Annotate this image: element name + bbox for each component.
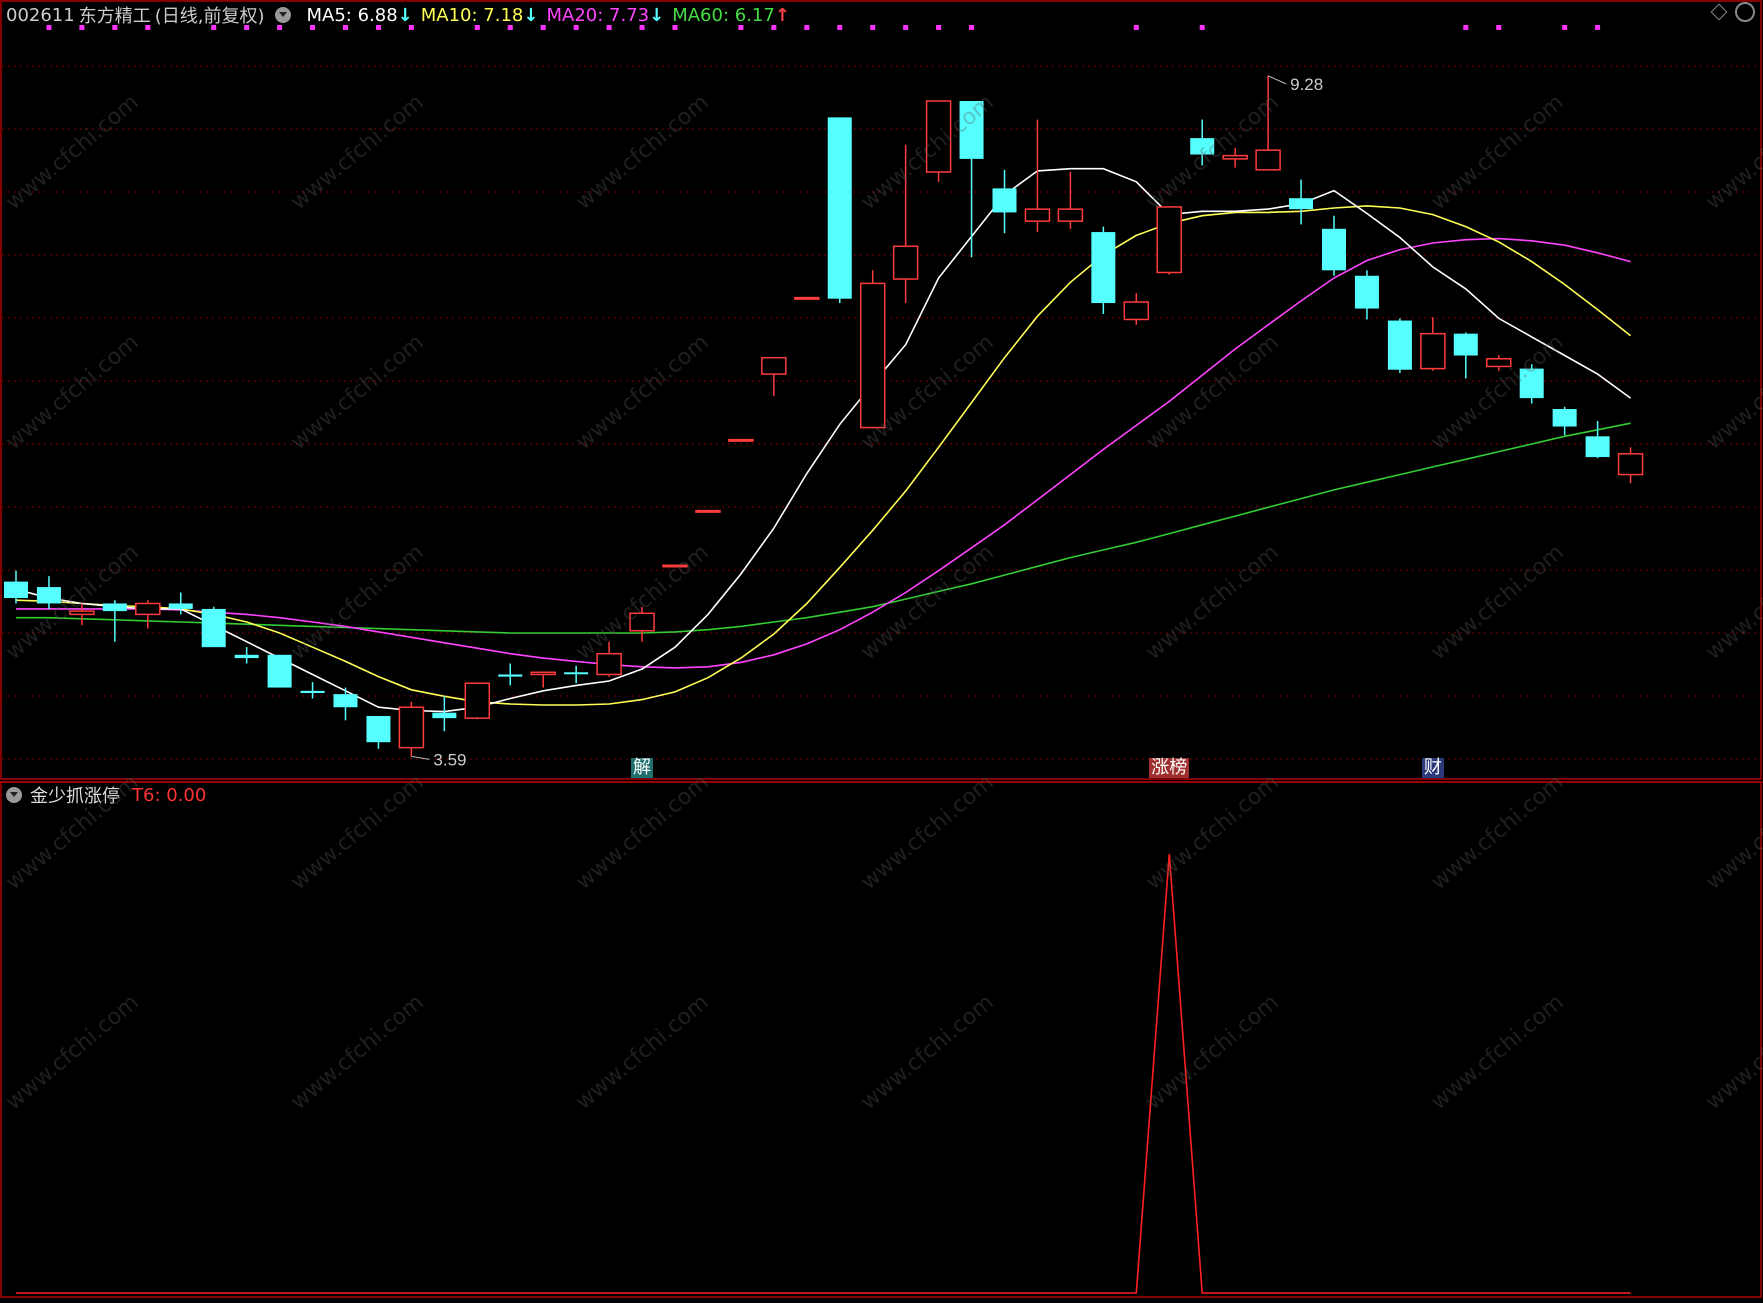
- signal-dot: [903, 25, 909, 30]
- candlestick: [794, 296, 820, 300]
- candlestick: [398, 701, 425, 757]
- candle-body: [1354, 275, 1379, 309]
- candle-body: [267, 654, 292, 688]
- candle-body: [398, 706, 425, 749]
- event-tag[interactable]: 涨榜: [1149, 758, 1190, 778]
- signal-dot: [1133, 25, 1139, 30]
- candle-body: [564, 672, 589, 675]
- stock-code: 002611: [6, 4, 75, 26]
- candle-body: [168, 603, 193, 609]
- candle-body: [1091, 232, 1116, 304]
- candle-body: [992, 188, 1017, 213]
- arrow-down-icon: ↓: [649, 4, 665, 26]
- candle-body: [4, 581, 28, 598]
- candle-body: [859, 282, 886, 429]
- candle-body: [1322, 228, 1346, 271]
- candle-body: [530, 671, 556, 676]
- candle-body: [1289, 198, 1314, 210]
- signal-dot: [1496, 25, 1502, 30]
- candle-body: [432, 712, 457, 719]
- signal-dot: [804, 25, 810, 30]
- circle-control-icon[interactable]: [1735, 2, 1755, 22]
- ma-legend-item: MA5: 6.88↓: [307, 5, 413, 26]
- candle-body: [728, 438, 754, 442]
- signal-dot: [1595, 25, 1601, 30]
- candle-body: [1255, 149, 1281, 171]
- period-label: (日线,前复权): [154, 6, 265, 27]
- candle-body: [464, 682, 491, 719]
- stock-name: 东方精工: [78, 6, 151, 27]
- signal-dot: [870, 25, 876, 30]
- candle-body: [1420, 332, 1446, 370]
- candle-body: [1123, 301, 1150, 321]
- candle-body: [234, 654, 259, 659]
- candle-body: [135, 602, 161, 616]
- ma-legend: MA5: 6.88↓ MA10: 7.18↓ MA20: 7.73↓ MA60: 6.…: [299, 5, 790, 26]
- signal-dot: [1562, 25, 1568, 30]
- candle-body: [596, 652, 622, 676]
- candle-body: [1387, 320, 1412, 370]
- ma-legend-label: MA10: 7.18: [420, 4, 524, 26]
- ma-legend-item: MA10: 7.18↓: [421, 5, 539, 26]
- candle-body: [333, 694, 358, 708]
- event-tag[interactable]: 财: [1421, 758, 1444, 778]
- candle-body: [1552, 409, 1577, 427]
- low-price-label: 3.59: [433, 750, 466, 769]
- ma-legend-label: MA5: 6.88: [306, 4, 398, 26]
- event-tag[interactable]: 解: [631, 758, 654, 778]
- arrow-down-icon: ↓: [523, 4, 539, 26]
- candle-body: [102, 603, 127, 612]
- candlestick: [859, 270, 886, 429]
- arrow-up-icon: ↑: [774, 4, 790, 26]
- signal-dot: [1463, 25, 1469, 30]
- high-price-label: 9.28: [1290, 75, 1323, 94]
- candle-body: [498, 674, 523, 677]
- candle-body: [1585, 436, 1610, 458]
- candlestick: [201, 606, 226, 648]
- ma-legend-item: MA20: 7.73↓: [546, 5, 664, 26]
- candle-body: [1156, 206, 1182, 274]
- signal-dot: [837, 25, 843, 30]
- candle-body: [366, 715, 391, 743]
- signal-dot: [1199, 25, 1205, 30]
- candle-body: [1453, 333, 1478, 356]
- candle-body: [201, 608, 226, 648]
- candle-body: [1486, 358, 1512, 368]
- ma-legend-label: MA20: 7.73: [546, 4, 650, 26]
- signal-dot: [969, 25, 975, 30]
- candle-body: [794, 296, 820, 300]
- candlestick: [827, 117, 852, 304]
- candlestick: [695, 509, 721, 513]
- candlestick: [267, 654, 292, 688]
- candle-body: [1057, 208, 1084, 222]
- dropdown-toggle-icon[interactable]: [274, 7, 291, 23]
- candle-body: [1617, 453, 1644, 476]
- candlestick: [464, 682, 491, 720]
- ma-legend-label: MA60: 6.17: [672, 4, 775, 26]
- candlestick: [1091, 226, 1116, 314]
- chart-header: 002611 东方精工 (日线,前复权) MA5: 6.88↓ MA10: 7.18…: [6, 2, 790, 28]
- indicator-dropdown-icon[interactable]: [6, 787, 22, 803]
- candlestick: [1156, 206, 1182, 275]
- arrow-down-icon: ↓: [397, 4, 413, 26]
- ma-legend-item: MA60: 6.17↑: [672, 5, 790, 26]
- candle-body: [695, 509, 721, 513]
- signal-dot: [936, 25, 942, 30]
- candle-body: [1024, 208, 1051, 222]
- candle-body: [892, 245, 919, 280]
- candlestick: [728, 438, 754, 442]
- candle-body: [761, 356, 787, 375]
- candlestick: [1387, 318, 1412, 373]
- candle-body: [300, 690, 325, 694]
- candle-body: [827, 117, 852, 299]
